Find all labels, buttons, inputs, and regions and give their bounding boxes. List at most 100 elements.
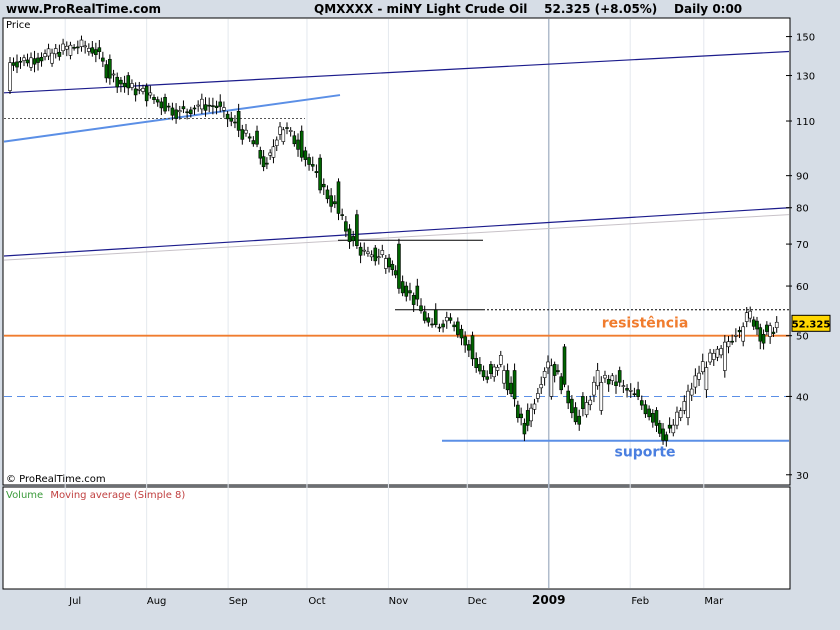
candle-body	[196, 104, 200, 107]
candle-body	[519, 413, 523, 419]
candle-body	[155, 99, 160, 103]
candle-body	[43, 53, 47, 57]
candle-body	[189, 109, 193, 115]
candle-body	[376, 256, 381, 259]
candle-body	[373, 247, 378, 262]
candle-body	[281, 129, 286, 142]
y-tick-label: 130	[796, 72, 815, 83]
candle-body	[174, 109, 178, 119]
candle-body	[366, 251, 370, 254]
candle-body	[433, 309, 438, 325]
candle-body	[708, 352, 712, 363]
candle-body	[734, 335, 738, 337]
candle-body	[678, 410, 683, 418]
candle-body	[369, 254, 374, 258]
candle-body	[101, 57, 105, 62]
candle-body	[303, 150, 308, 160]
candle-body	[233, 121, 237, 124]
candle-body	[610, 375, 615, 381]
candle-body	[584, 402, 589, 416]
candle-body	[755, 320, 759, 330]
candle-body	[251, 140, 256, 145]
candle-body	[581, 396, 585, 409]
candle-body	[647, 408, 651, 418]
candle-body	[765, 324, 769, 332]
candle-body	[700, 361, 705, 373]
candle-body	[225, 113, 230, 120]
candle-body	[130, 83, 134, 88]
candle-body	[390, 263, 395, 270]
candle-body	[489, 364, 493, 374]
candle-body	[347, 228, 352, 242]
candle-body	[115, 76, 120, 88]
candle-body	[452, 324, 456, 328]
candle-body	[529, 407, 533, 422]
candle-body	[400, 281, 405, 294]
candle-body	[299, 130, 304, 158]
resistance-label: resistência	[602, 316, 689, 332]
candle-body	[774, 321, 779, 328]
candle-body	[18, 60, 23, 63]
candle-body	[292, 135, 297, 145]
candle-body	[478, 364, 482, 372]
candle-body	[562, 346, 567, 385]
candle-body	[444, 317, 449, 322]
candle-body	[288, 130, 293, 132]
candle-body	[758, 327, 763, 342]
candle-body	[771, 331, 776, 334]
candle-body	[495, 367, 500, 371]
candle-body	[404, 285, 409, 297]
candle-body	[185, 111, 189, 114]
candle-body	[737, 329, 742, 333]
candle-body	[525, 410, 530, 426]
candle-body	[667, 424, 672, 429]
y-tick-label: 50	[796, 332, 809, 343]
candle-body	[671, 424, 676, 434]
y-tick-label: 110	[796, 117, 815, 128]
candle-body	[415, 285, 420, 300]
candle-body	[200, 98, 204, 110]
candle-body	[603, 374, 607, 379]
candle-body	[675, 411, 679, 426]
candle-body	[61, 43, 65, 52]
candle-body	[552, 364, 557, 376]
candle-body	[46, 48, 51, 57]
y-tick-label: 80	[796, 204, 809, 215]
candle-body	[726, 341, 731, 348]
candle-body	[419, 305, 423, 312]
candle-body	[32, 58, 37, 65]
candle-body	[50, 52, 54, 64]
candle-body	[236, 110, 241, 131]
candle-body	[258, 150, 263, 159]
candle-body	[467, 344, 471, 351]
candle-body	[268, 152, 272, 156]
candle-body	[380, 250, 385, 255]
candle-body	[636, 389, 640, 397]
candle-body	[211, 105, 215, 107]
candle-body	[141, 88, 145, 92]
candle-body	[430, 323, 434, 326]
candle-body	[651, 412, 655, 423]
candle-body	[387, 257, 391, 268]
candle-body	[437, 326, 442, 329]
candle-body	[122, 82, 127, 88]
candle-body	[8, 62, 12, 91]
x-axis: Jul Aug Sep Oct Nov Dec 2009 Feb Mar	[68, 593, 724, 607]
candle-body	[133, 88, 138, 96]
candle-body	[314, 171, 319, 173]
candle-body	[119, 79, 123, 85]
x-tick-label: Aug	[147, 596, 167, 607]
candle-body	[310, 164, 315, 167]
candle-body	[29, 57, 33, 68]
candle-body	[265, 162, 269, 165]
volume-panel-label: Volume Moving average (Simple 8)	[6, 490, 185, 501]
candle-body	[274, 139, 279, 146]
candle-body	[573, 407, 578, 423]
candle-body	[730, 340, 734, 343]
candle-body	[94, 49, 98, 55]
candle-body	[261, 156, 266, 168]
y-tick-label: 150	[796, 33, 815, 44]
last-price-tag-label: 52.325	[792, 319, 831, 330]
candle-body	[463, 336, 467, 346]
candle-body	[686, 390, 690, 418]
